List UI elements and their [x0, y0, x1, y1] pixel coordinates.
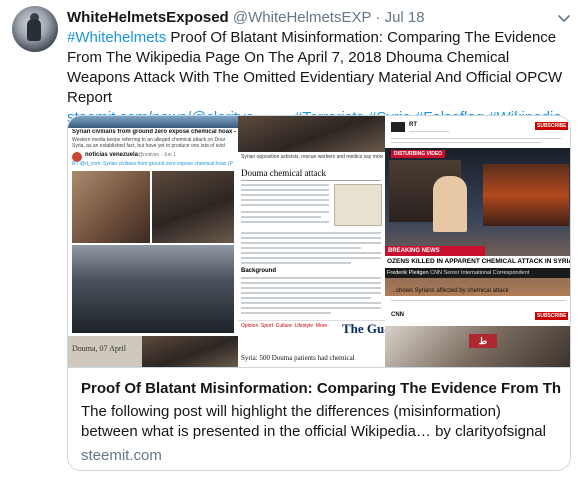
- header-photo: [68, 116, 238, 128]
- card-title[interactable]: Proof Of Blatant Misinformation: Compari…: [81, 379, 561, 399]
- text-line: [241, 262, 351, 264]
- text-line: [241, 237, 381, 239]
- text-line: [241, 199, 329, 201]
- collage-left-footer: Douma, 07 April: [68, 336, 238, 367]
- text-line: [241, 302, 381, 304]
- card-domain[interactable]: steemit.com: [81, 446, 162, 466]
- link-preview-card[interactable]: Syrian civilians from ground zero expose…: [67, 115, 571, 471]
- text-line: [241, 221, 329, 223]
- footer-photo: [142, 336, 238, 367]
- avatar-figure-shape: [27, 19, 41, 41]
- text-line: [241, 184, 329, 186]
- display-name[interactable]: WhiteHelmetsExposed: [67, 9, 229, 26]
- wiki-title: Douma chemical attack: [241, 168, 326, 178]
- text-line: [241, 247, 361, 249]
- right-caption: ...shows Syrians affected by chemical at…: [391, 288, 509, 294]
- rescue-photo: [238, 116, 385, 152]
- card-info: Proof Of Blatant Misinformation: Compari…: [68, 367, 570, 470]
- text-line: [391, 142, 541, 143]
- hospital-photo: [152, 171, 234, 243]
- timestamp[interactable]: Jul 18: [385, 9, 425, 26]
- avatar[interactable]: [12, 6, 58, 52]
- left-blurb: Western media keeps referring to an alle…: [72, 137, 226, 149]
- wiki-section: Background: [241, 268, 277, 274]
- text-line: [241, 211, 329, 213]
- subscribe-button-bottom: SUBSCRIBE: [535, 312, 569, 320]
- text-line: [409, 131, 449, 132]
- tweet-text: #Whitehelmets Proof Of Blatant Misinform…: [67, 28, 572, 128]
- disturbing-video-banner: DISTURBING VIDEO: [391, 150, 446, 158]
- text-line: [241, 312, 331, 314]
- chevron-down-icon[interactable]: [556, 10, 572, 26]
- text-line: [241, 189, 329, 191]
- rt-channel: RT: [409, 122, 417, 128]
- tweet-header: WhiteHelmetsExposed @WhiteHelmetsEXP · J…: [67, 8, 425, 28]
- channel-bug: ط: [469, 334, 497, 348]
- news-ticker: OZENS KILLED IN APPARENT CHEMICAL ATTACK…: [385, 256, 570, 268]
- card-description: The following post will highlight the di…: [81, 403, 546, 440]
- separator-dot: ·: [375, 9, 381, 26]
- channel-logo: [391, 122, 405, 132]
- press-conference-photo: [72, 245, 234, 333]
- card-image-collage: Syrian civilians from ground zero expose…: [68, 116, 570, 367]
- text-line: [241, 242, 381, 244]
- infobox-map: [334, 184, 382, 226]
- reporter-line: Frederik Pleitgen CNN Senior Internation…: [385, 268, 570, 278]
- text-line: [241, 252, 381, 254]
- nav-sport: Sport: [261, 323, 273, 329]
- text-line: [241, 204, 329, 206]
- text-line: [391, 138, 561, 139]
- reporter-title: CNN Senior International Correspondent: [430, 270, 530, 276]
- nav-culture: Culture: [275, 323, 292, 329]
- breaking-news-bar: BREAKING NEWS: [385, 246, 485, 256]
- collage-left-pane: Syrian civilians from ground zero expose…: [68, 116, 238, 336]
- guardian-nav: Opinion Sport Culture Lifestyle More: [241, 323, 327, 329]
- text-line: [241, 297, 371, 299]
- nav-opinion: Opinion: [241, 323, 259, 329]
- children-photo: [72, 171, 150, 243]
- text-line: [241, 257, 381, 259]
- video-inset-right: [483, 164, 569, 226]
- reporter-name: Frederik Pleitgen: [387, 270, 429, 276]
- wiki-divider: [241, 180, 381, 181]
- guardian-headline: Syria: 500 Douma patients had chemical: [241, 354, 355, 362]
- left-account: noticias venezuela: [85, 152, 139, 158]
- nav-lifestyle: Lifestyle: [294, 323, 313, 329]
- hashtag-whitehelmets[interactable]: #Whitehelmets: [67, 29, 166, 46]
- guardian-strip: Opinion Sport Culture Lifestyle More The…: [238, 320, 385, 367]
- text-line: [241, 282, 381, 284]
- text-line: [241, 307, 381, 309]
- text-line: [241, 216, 321, 218]
- text-line: [241, 292, 381, 294]
- user-handle[interactable]: @WhiteHelmetsEXP: [233, 9, 371, 26]
- cnn-channel: CNN: [391, 312, 404, 318]
- text-line: [241, 194, 329, 196]
- reporter-figure: [433, 176, 467, 232]
- text-line: [241, 287, 381, 289]
- left-footer-text: Douma, 07 April: [72, 344, 126, 353]
- middle-caption: Syrian opposition activists, rescue work…: [241, 154, 383, 160]
- text-line: [241, 277, 381, 279]
- text-line: [241, 232, 381, 234]
- nav-more: More: [315, 323, 328, 329]
- text-line: [391, 300, 566, 301]
- subscribe-button-top: SUBSCRIBE: [535, 122, 569, 130]
- collage-middle-pane: Syrian opposition activists, rescue work…: [238, 116, 385, 367]
- left-account-handle: @notiven · Jun 1: [138, 152, 176, 158]
- left-headline: Syrian civilians from ground zero expose…: [72, 129, 236, 135]
- guardian-headline-box: [238, 339, 385, 367]
- guardian-logo: The Guar: [342, 321, 385, 336]
- collage-right-pane: RT SUBSCRIBE DISTURBING VIDEO BREAKING N…: [385, 116, 570, 367]
- left-rt-line: RT @rt_com: Syrian civilians from ground…: [72, 161, 233, 167]
